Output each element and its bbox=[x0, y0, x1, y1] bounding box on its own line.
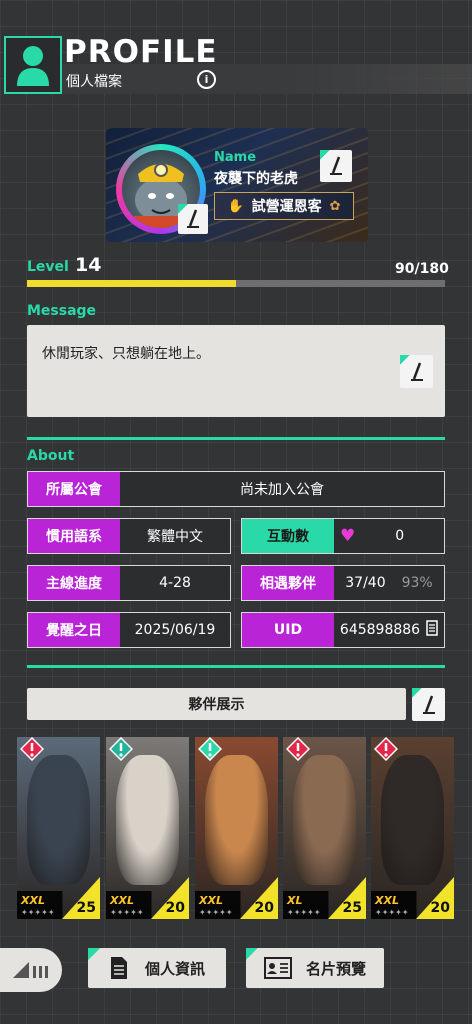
partner-size: XXL bbox=[21, 894, 45, 907]
partner-stars: ✦✦✦✦✦ bbox=[287, 908, 321, 917]
partner-portrait bbox=[293, 755, 356, 885]
partner-stars: ✦✦✦✦✦ bbox=[199, 908, 233, 917]
partners-met-value: 37/40 bbox=[345, 575, 386, 591]
partner-portrait bbox=[205, 755, 268, 885]
card-preview-button[interactable]: 名片預覽 bbox=[246, 948, 384, 988]
document-icon bbox=[110, 957, 127, 979]
level-progress-fill bbox=[27, 280, 236, 287]
partners-met-row: 相遇夥伴 37/40 93% bbox=[241, 565, 445, 601]
personal-info-button[interactable]: 個人資訊 bbox=[88, 948, 226, 988]
awaken-date-key: 覺醒之日 bbox=[28, 613, 120, 647]
interactions-row: 互動數 ♥ 0 bbox=[241, 518, 445, 554]
message-text: 休閒玩家、只想躺在地上。 bbox=[42, 346, 210, 362]
partner-portrait bbox=[381, 755, 444, 885]
back-button[interactable] bbox=[0, 948, 62, 992]
guild-value: 尚未加入公會 bbox=[240, 482, 324, 498]
avatar-edit-button[interactable] bbox=[178, 204, 208, 234]
partner-level: 25 bbox=[76, 900, 96, 916]
partner-size: XL bbox=[287, 894, 303, 907]
message-edit-button[interactable] bbox=[400, 355, 433, 388]
rarity-badge-icon bbox=[109, 737, 133, 761]
partner-showcase-bar: 夥伴展示 bbox=[27, 688, 406, 720]
rarity-badge-icon bbox=[198, 737, 222, 761]
language-value: 繁體中文 bbox=[147, 529, 203, 545]
paw-icon: ✿ bbox=[329, 198, 341, 214]
interactions-key: 互動數 bbox=[242, 519, 334, 553]
partner-card[interactable]: XL ✦✦✦✦✦ 25 bbox=[283, 737, 366, 919]
partner-stars: ✦✦✦✦✦ bbox=[110, 908, 144, 917]
partner-stars: ✦✦✦✦✦ bbox=[375, 908, 409, 917]
level-progress-text: 90/180 bbox=[395, 261, 449, 277]
card-preview-label: 名片預覽 bbox=[305, 959, 366, 978]
name-edit-button[interactable] bbox=[320, 150, 352, 182]
level-label: Level bbox=[27, 259, 69, 275]
divider bbox=[27, 437, 445, 440]
language-key: 慣用語系 bbox=[28, 519, 120, 553]
heart-icon: ♥ bbox=[340, 526, 356, 546]
story-progress-row: 主線進度 4-28 bbox=[27, 565, 231, 601]
about-label: About bbox=[27, 448, 75, 464]
partner-level: 20 bbox=[254, 900, 274, 916]
partners-met-percent: 93% bbox=[401, 575, 433, 591]
partner-stars: ✦✦✦✦✦ bbox=[21, 908, 55, 917]
partner-level: 25 bbox=[342, 900, 362, 916]
info-icon[interactable]: i bbox=[197, 70, 216, 89]
uid-key: UID bbox=[242, 613, 334, 647]
partner-size: XXL bbox=[110, 894, 134, 907]
divider bbox=[27, 665, 445, 668]
profile-card: Name 夜襲下的老虎 ✋ 試營運恩客 ✿ bbox=[106, 128, 368, 242]
guild-row: 所屬公會 尚未加入公會 bbox=[27, 471, 445, 507]
partner-card[interactable]: XXL ✦✦✦✦✦ 25 bbox=[17, 737, 100, 919]
partner-level: 20 bbox=[430, 900, 450, 916]
player-name: 夜襲下的老虎 bbox=[214, 171, 298, 187]
partner-portrait bbox=[116, 755, 179, 885]
page-subtitle: 個人檔案 bbox=[66, 74, 122, 90]
back-arrow-icon bbox=[13, 962, 48, 978]
story-progress-value: 4-28 bbox=[159, 575, 191, 591]
awaken-date-row: 覺醒之日 2025/06/19 bbox=[27, 612, 231, 648]
partner-size: XXL bbox=[375, 894, 399, 907]
partner-edit-button[interactable] bbox=[412, 688, 445, 721]
partner-card[interactable]: XXL ✦✦✦✦✦ 20 bbox=[106, 737, 189, 919]
language-row: 慣用語系 繁體中文 bbox=[27, 518, 231, 554]
partner-level: 20 bbox=[165, 900, 185, 916]
personal-info-label: 個人資訊 bbox=[144, 959, 205, 978]
level-value: 14 bbox=[75, 254, 102, 276]
id-card-icon bbox=[263, 957, 292, 979]
rarity-badge-icon bbox=[286, 737, 310, 761]
message-label: Message bbox=[27, 303, 97, 319]
uid-row: UID 645898886 bbox=[241, 612, 445, 648]
partner-card[interactable]: XXL ✦✦✦✦✦ 20 bbox=[195, 737, 278, 919]
partner-size: XXL bbox=[199, 894, 223, 907]
interactions-value: 0 bbox=[395, 528, 405, 544]
rarity-badge-icon bbox=[374, 737, 398, 761]
rarity-badge-icon bbox=[20, 737, 44, 761]
profile-avatar-icon bbox=[4, 36, 62, 94]
message-box bbox=[27, 325, 445, 417]
partner-portrait bbox=[27, 755, 90, 885]
page-title: PROFILE bbox=[64, 34, 218, 70]
title-badge-label: 試營運恩客 bbox=[251, 199, 322, 215]
story-progress-key: 主線進度 bbox=[28, 566, 120, 600]
copy-icon[interactable] bbox=[426, 620, 438, 640]
partners-met-key: 相遇夥伴 bbox=[242, 566, 334, 600]
medal-icon: ✋ bbox=[227, 198, 244, 214]
partner-card[interactable]: XXL ✦✦✦✦✦ 20 bbox=[371, 737, 454, 919]
guild-key: 所屬公會 bbox=[28, 472, 120, 506]
level-progress-bar bbox=[27, 280, 445, 287]
name-label: Name bbox=[214, 150, 257, 165]
awaken-date-value: 2025/06/19 bbox=[134, 622, 216, 638]
title-badge[interactable]: ✋ 試營運恩客 ✿ bbox=[214, 192, 354, 220]
uid-value: 645898886 bbox=[339, 622, 421, 638]
